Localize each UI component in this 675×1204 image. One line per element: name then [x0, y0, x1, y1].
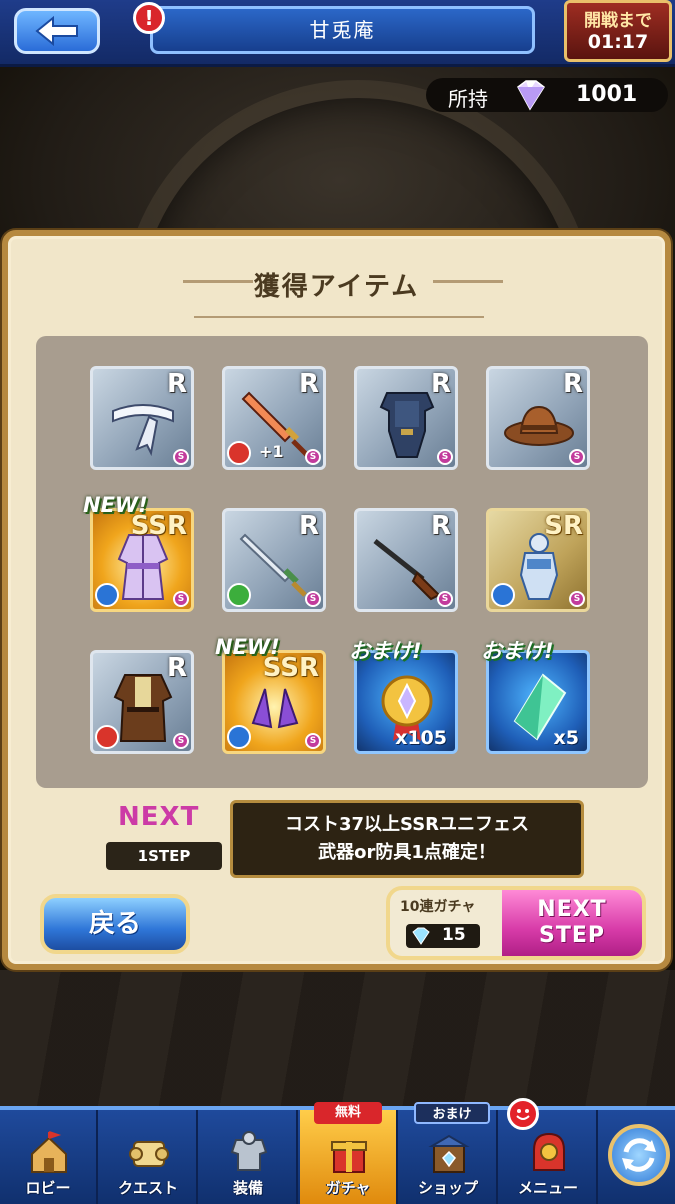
gacha-icon: [331, 1141, 367, 1173]
top-bar: 甘兎庵 ! 開戦まで 01:17: [0, 0, 675, 67]
gacha-label: 10連ガチャ: [400, 899, 476, 915]
gem-balance: 所持 1001: [426, 78, 668, 112]
smile-icon: [516, 1109, 530, 1120]
nav-label: クエスト: [117, 1179, 178, 1197]
item-card[interactable]: SR S: [486, 508, 590, 612]
return-button[interactable]: 戻る: [40, 894, 190, 954]
gacha-cost: 15: [406, 924, 480, 948]
item-card[interactable]: R S: [90, 650, 194, 754]
alert-icon[interactable]: !: [133, 2, 165, 34]
acquired-items-panel: 獲得アイテム R S R +1 S R S R S SSR NEW! S R S…: [2, 230, 671, 970]
next-step-notice: コスト37以上SSRユニフェス 武器or防具1点確定！: [230, 800, 584, 878]
bottom-nav: ロビー クエスト 装備 無料 ガチャ おまけ ショップ メニュー: [0, 1098, 675, 1204]
gem-icon: [412, 927, 430, 945]
item-card[interactable]: おまけ! x5: [481, 639, 590, 754]
rarity-label: R: [430, 369, 451, 399]
quest-icon: [129, 1141, 169, 1167]
arrow-left-icon: [35, 16, 78, 46]
upgrade-level: +1: [259, 442, 284, 461]
item-card[interactable]: SSR NEW! S: [215, 635, 326, 754]
timer-label: 開戦まで: [584, 11, 652, 31]
bonus-tag: おまけ!: [349, 639, 422, 663]
nav-label: ガチャ: [325, 1179, 371, 1197]
gem-icon: [517, 80, 546, 111]
next-label: NEXT: [118, 802, 200, 832]
rarity-label: R: [166, 369, 187, 399]
skill-badge: S: [569, 591, 585, 607]
bonus-tag: おまけ: [414, 1102, 490, 1124]
next-step-label: NEXT STEP: [502, 890, 642, 956]
free-tag: 無料: [314, 1102, 382, 1124]
item-card[interactable]: R S: [90, 366, 194, 470]
next-step-line-2: STEP: [538, 923, 605, 948]
wind-element-icon: [227, 583, 251, 607]
item-card[interactable]: R S: [222, 508, 326, 612]
nav-gacha[interactable]: 無料 ガチャ: [300, 1102, 398, 1204]
notice-line-2: 武器or防具1点確定！: [318, 842, 496, 863]
item-card[interactable]: R S: [354, 508, 458, 612]
nav-shop[interactable]: おまけ ショップ: [400, 1102, 498, 1204]
rarity-label: R: [298, 511, 319, 541]
skill-badge: S: [437, 591, 453, 607]
item-card[interactable]: R S: [486, 366, 590, 470]
water-element-icon: [95, 583, 119, 607]
item-count: x5: [553, 727, 579, 749]
location-title: 甘兎庵: [150, 6, 535, 54]
fire-element-icon: [227, 441, 251, 465]
step-label: 1STEP: [106, 842, 222, 870]
next-step-button[interactable]: 10連ガチャ 15 NEXT STEP: [386, 886, 646, 960]
rarity-label: R: [430, 511, 451, 541]
new-tag: NEW!: [83, 493, 148, 517]
water-element-icon: [227, 725, 251, 749]
balance-label: 所持: [448, 87, 488, 111]
skill-badge: S: [437, 449, 453, 465]
item-count: x105: [395, 727, 447, 749]
gacha-cost-block: 10連ガチャ 15: [390, 890, 502, 956]
new-tag: NEW!: [215, 635, 280, 659]
gacha-cost-value: 15: [442, 925, 466, 945]
nav-equipment[interactable]: 装備: [200, 1110, 298, 1204]
rarity-label: R: [298, 369, 319, 399]
lobby-icon: [31, 1131, 67, 1173]
notice-line-1: コスト37以上SSRユニフェス: [284, 814, 530, 835]
rarity-label: R: [562, 369, 583, 399]
back-button[interactable]: [14, 8, 100, 54]
skill-badge: S: [569, 449, 585, 465]
nav-label: メニュー: [517, 1179, 578, 1197]
next-step-line-1: NEXT: [537, 897, 607, 922]
item-card[interactable]: SSR NEW! S: [83, 493, 194, 612]
nav-label: 装備: [232, 1179, 263, 1197]
skill-badge: S: [305, 733, 321, 749]
shop-icon: [428, 1134, 470, 1173]
equipment-icon: [230, 1131, 268, 1171]
skill-badge: S: [305, 449, 321, 465]
item-card[interactable]: R S: [354, 366, 458, 470]
notification-badge: [507, 1098, 539, 1130]
bonus-tag: おまけ!: [481, 639, 554, 663]
rarity-label: R: [166, 653, 187, 683]
battle-timer[interactable]: 開戦まで 01:17: [564, 0, 672, 62]
panel-title: 獲得アイテム: [253, 272, 420, 302]
skill-badge: S: [173, 449, 189, 465]
timer-value: 01:17: [587, 31, 649, 53]
nav-quest[interactable]: クエスト: [100, 1110, 198, 1204]
title-divider: [194, 316, 484, 318]
menu-icon: [533, 1132, 565, 1171]
skill-badge: S: [173, 591, 189, 607]
item-card[interactable]: R +1 S: [222, 366, 326, 470]
nav-lobby[interactable]: ロビー: [0, 1110, 98, 1204]
fire-element-icon: [95, 725, 119, 749]
skill-badge: S: [305, 591, 321, 607]
rarity-label: SR: [544, 511, 583, 541]
skill-badge: S: [173, 733, 189, 749]
nav-label: ロビー: [25, 1179, 71, 1197]
refresh-icon: [622, 1138, 656, 1172]
item-card[interactable]: おまけ! x105: [349, 639, 458, 754]
stone-floor: [0, 970, 675, 1110]
balance-value: 1001: [576, 82, 638, 107]
water-element-icon: [491, 583, 515, 607]
refresh-button[interactable]: [608, 1124, 670, 1186]
nav-label: ショップ: [417, 1179, 478, 1197]
item-grid: R S R +1 S R S R S SSR NEW! S R S R S SR…: [36, 336, 648, 788]
